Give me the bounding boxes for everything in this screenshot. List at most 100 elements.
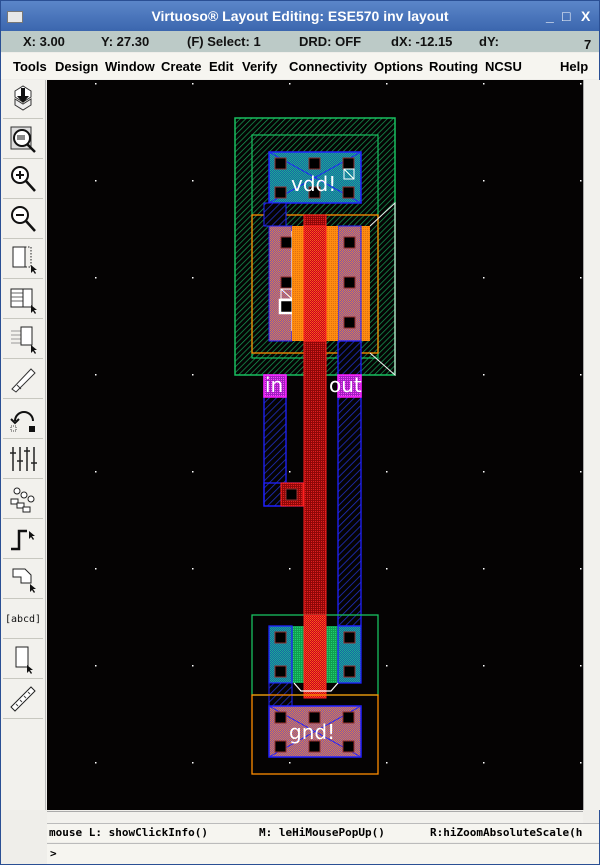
menu-create[interactable]: Create — [161, 59, 201, 74]
selected-contact[interactable] — [278, 298, 295, 315]
menu-verify[interactable]: Verify — [242, 59, 277, 74]
title-bar: Virtuoso® Layout Editing: ESE570 inv lay… — [1, 1, 599, 31]
maximize-button[interactable]: □ — [562, 8, 570, 24]
rectangle-tool[interactable] — [3, 640, 43, 679]
grid-dot — [483, 277, 485, 279]
nmos-gate[interactable] — [303, 614, 327, 699]
save-icon — [14, 85, 32, 111]
grid-dot — [192, 568, 194, 570]
grid-dot — [580, 568, 582, 570]
grid-dot — [386, 568, 388, 570]
gnd-label: gnd! — [289, 720, 335, 744]
contact — [342, 186, 355, 199]
contact — [308, 157, 321, 170]
grid-dot — [289, 762, 291, 764]
ruler-icon — [10, 686, 36, 712]
instance-icon — [10, 487, 35, 513]
grid-dot — [386, 83, 388, 85]
properties-tool[interactable] — [3, 440, 43, 479]
command-line[interactable]: > — [47, 843, 599, 864]
menu-connectivity[interactable]: Connectivity — [289, 59, 367, 74]
instance-tool[interactable] — [3, 480, 43, 519]
virtuoso-window: Virtuoso® Layout Editing: ESE570 inv lay… — [0, 0, 600, 865]
rectangle-icon — [15, 646, 33, 674]
grid-dot — [483, 665, 485, 667]
grid-dot — [483, 471, 485, 473]
save-tool[interactable] — [3, 80, 43, 119]
layout-drawing[interactable]: in out vdd! gnd! — [47, 80, 583, 810]
zoom-out-tool[interactable] — [3, 200, 43, 239]
vdd-strap-metal[interactable] — [263, 202, 287, 227]
minimize-button[interactable]: _ — [546, 8, 554, 24]
stretch-tool[interactable] — [3, 240, 43, 279]
menu-design[interactable]: Design — [55, 59, 98, 74]
dy-value: 7 — [584, 37, 592, 52]
grid-dot — [483, 568, 485, 570]
contact — [343, 276, 356, 289]
label-icon: [abcd] — [4, 613, 42, 625]
grid-dot — [483, 374, 485, 376]
coordinate-status-bar: X: 3.00 Y: 27.30 (F) Select: 1 DRD: OFF … — [1, 31, 599, 52]
dx-value: dX: -12.15 — [391, 34, 453, 49]
move-icon — [11, 326, 37, 354]
menu-tools[interactable]: Tools — [13, 59, 47, 74]
properties-icon — [10, 447, 37, 471]
grid-dot — [386, 471, 388, 473]
label-tool[interactable]: [abcd] — [3, 600, 43, 639]
grid-dot — [386, 665, 388, 667]
path-tool[interactable] — [3, 520, 43, 559]
y-coordinate: Y: 27.30 — [101, 34, 150, 49]
grid-dot — [192, 762, 194, 764]
undo-tool[interactable] — [3, 400, 43, 439]
menu-routing[interactable]: Routing — [429, 59, 478, 74]
grid-dot — [580, 374, 582, 376]
grid-dot — [289, 83, 291, 85]
menu-window[interactable]: Window — [105, 59, 155, 74]
tool-palette: [abcd] — [1, 80, 46, 810]
poly-contact — [285, 488, 298, 501]
vdd-label: vdd! — [291, 172, 336, 196]
zoom-in-icon — [11, 166, 36, 192]
stretch-icon — [12, 246, 37, 274]
grid-dot — [192, 471, 194, 473]
mouse-bindings-line: mouse L: showClickInfo() M: leHiMousePop… — [47, 823, 599, 842]
vertical-scrollbar[interactable] — [583, 80, 600, 810]
polygon-tool[interactable] — [3, 560, 43, 599]
mouse-left-binding: mouse L: showClickInfo() — [49, 826, 208, 839]
zoom-in-tool[interactable] — [3, 160, 43, 199]
grid-dot — [483, 762, 485, 764]
copy-tool[interactable] — [3, 280, 43, 319]
close-button[interactable]: X — [581, 8, 590, 24]
grid-dot — [483, 180, 485, 182]
layout-canvas[interactable]: in out vdd! gnd! — [47, 80, 583, 810]
grid-dot — [580, 180, 582, 182]
contact — [274, 711, 287, 724]
contact — [343, 236, 356, 249]
menu-edit[interactable]: Edit — [209, 59, 234, 74]
menu-help[interactable]: Help — [560, 59, 588, 74]
grid-dot — [192, 83, 194, 85]
contact — [280, 276, 293, 289]
contact — [342, 740, 355, 753]
grid-dot — [192, 374, 194, 376]
dy-label: dY: — [479, 34, 499, 49]
command-prompt: > — [50, 847, 57, 860]
grid-dot — [95, 762, 97, 764]
mouse-right-binding: R:hiZoomAbsoluteScale(h — [430, 826, 583, 839]
menu-options[interactable]: Options — [374, 59, 423, 74]
contact — [274, 740, 287, 753]
delete-tool[interactable] — [3, 360, 43, 399]
x-coordinate: X: 3.00 — [23, 34, 65, 49]
copy-icon — [10, 288, 37, 314]
contact — [343, 316, 356, 329]
grid-dot — [580, 665, 582, 667]
zoom-fit-tool[interactable] — [3, 120, 43, 159]
menu-ncsu[interactable]: NCSU — [485, 59, 522, 74]
grid-dot — [95, 471, 97, 473]
pmos-gate[interactable] — [303, 225, 327, 342]
move-tool[interactable] — [3, 320, 43, 359]
grid-dot — [95, 665, 97, 667]
contact — [342, 157, 355, 170]
window-title: Virtuoso® Layout Editing: ESE570 inv lay… — [151, 8, 449, 24]
ruler-tool[interactable] — [3, 680, 43, 719]
